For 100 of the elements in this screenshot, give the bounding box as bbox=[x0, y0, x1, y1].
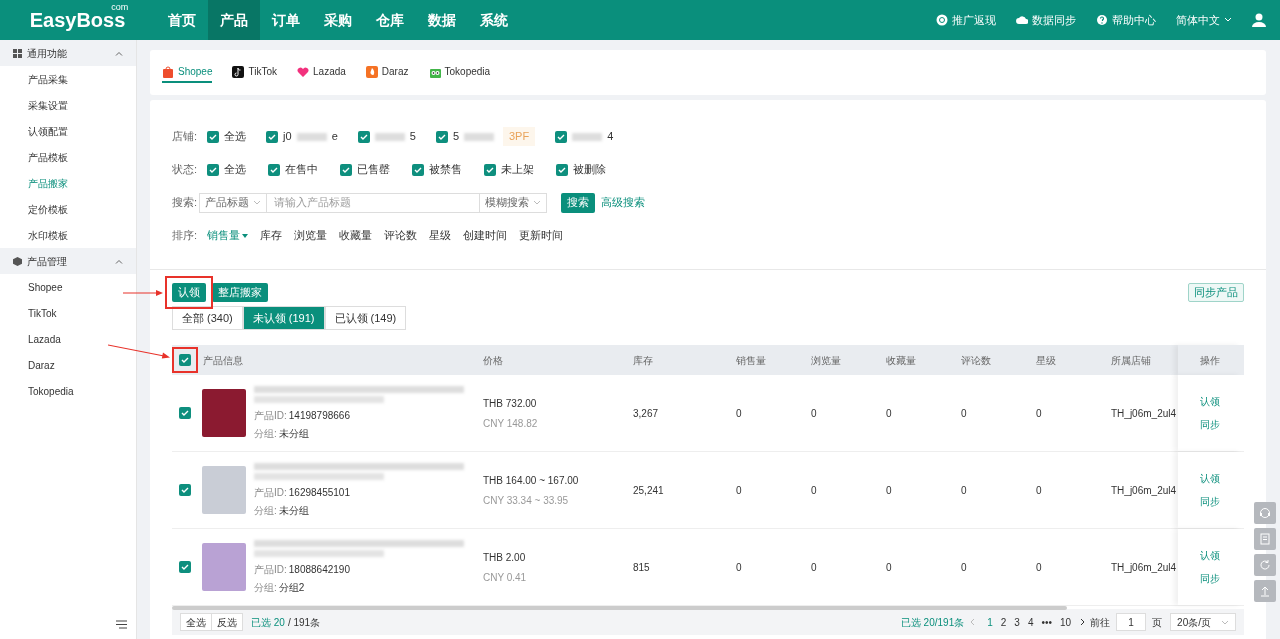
search-mode-select[interactable]: 模糊搜索 bbox=[479, 192, 548, 213]
checkbox[interactable] bbox=[179, 484, 191, 496]
sidebar-item[interactable]: Shopee bbox=[0, 274, 136, 300]
checkbox[interactable] bbox=[435, 130, 448, 143]
page-button[interactable]: 10 bbox=[1055, 614, 1076, 630]
advanced-search-link[interactable]: 高级搜索 bbox=[601, 194, 646, 211]
checkbox[interactable] bbox=[179, 407, 191, 419]
column-header: 库存 bbox=[632, 353, 654, 368]
sync-products-button[interactable]: 同步产品 bbox=[1188, 282, 1244, 302]
table-cell-text: TH_j06m_2ul4 bbox=[1110, 406, 1178, 421]
checkbox[interactable] bbox=[266, 130, 279, 143]
sort-option[interactable]: 星级 bbox=[429, 227, 452, 244]
page-button[interactable]: 4 bbox=[1023, 614, 1038, 630]
sidebar-item[interactable]: Daraz bbox=[0, 352, 136, 378]
sidebar-item[interactable]: 产品采集 bbox=[0, 66, 136, 92]
claim-tab[interactable]: 未认领 (191) bbox=[242, 306, 325, 330]
checkbox[interactable] bbox=[207, 130, 220, 143]
header-link[interactable]: 数据同步 bbox=[1016, 11, 1076, 29]
row-action-link[interactable]: 认领 bbox=[1200, 394, 1220, 409]
checkbox[interactable] bbox=[412, 163, 425, 176]
note-icon bbox=[232, 65, 245, 78]
user-icon bbox=[1252, 13, 1266, 27]
sidebar-item[interactable]: TikTok bbox=[0, 300, 136, 326]
sort-option[interactable]: 库存 bbox=[260, 227, 283, 244]
page-input[interactable]: 1 bbox=[1116, 613, 1147, 631]
select-all-button[interactable]: 全选 bbox=[180, 613, 212, 631]
table-cell-text: 0 bbox=[960, 483, 968, 498]
platform-tab[interactable]: Tokopedia bbox=[428, 62, 491, 83]
sort-option[interactable]: 更新时间 bbox=[519, 227, 564, 244]
page-button[interactable]: 3 bbox=[1010, 614, 1024, 630]
header-link[interactable]: 推广返现 bbox=[936, 11, 996, 29]
sort-option[interactable]: 浏览量 bbox=[294, 227, 328, 244]
sidebar-item[interactable]: 采集设置 bbox=[0, 92, 136, 118]
checkbox[interactable] bbox=[357, 130, 370, 143]
platform-tab[interactable]: Lazada bbox=[297, 62, 346, 83]
nav-tab[interactable]: 系统 bbox=[468, 0, 520, 40]
page-button[interactable]: 1 bbox=[983, 614, 997, 630]
logo[interactable]: EasyBoss bbox=[29, 9, 126, 31]
row-action-link[interactable]: 同步 bbox=[1200, 571, 1220, 586]
sort-option[interactable]: 创建时间 bbox=[463, 227, 508, 244]
nav-tab[interactable]: 产品 bbox=[208, 0, 260, 40]
page-size-select[interactable]: 20条/页 bbox=[1170, 613, 1236, 631]
row-action-link[interactable]: 认领 bbox=[1200, 471, 1220, 486]
refresh-icon bbox=[1258, 558, 1272, 572]
platform-tab[interactable]: Shopee bbox=[162, 62, 213, 83]
chevron-down-icon bbox=[533, 200, 542, 205]
platform-tab[interactable]: Daraz bbox=[365, 62, 409, 83]
page-button[interactable]: ••• bbox=[1037, 614, 1056, 630]
checkbox[interactable] bbox=[179, 354, 191, 366]
sidebar-group[interactable]: 通用功能 bbox=[0, 40, 136, 66]
nav-tab[interactable]: 订单 bbox=[260, 0, 312, 40]
sort-option[interactable]: 收藏量 bbox=[339, 227, 373, 244]
checkbox[interactable] bbox=[268, 163, 281, 176]
claim-tab[interactable]: 全部 (340) bbox=[172, 306, 243, 330]
row-action-link[interactable]: 同步 bbox=[1200, 417, 1220, 432]
checkbox[interactable] bbox=[179, 561, 191, 573]
table-cell-text: 0 bbox=[960, 406, 968, 421]
checkbox[interactable] bbox=[555, 130, 568, 143]
sidebar-item[interactable]: 产品搬家 bbox=[0, 170, 136, 196]
checkbox[interactable] bbox=[556, 163, 569, 176]
table-cell-text: 0 bbox=[810, 560, 818, 575]
header-link[interactable]: 帮助中心 bbox=[1096, 11, 1156, 29]
search-field-select[interactable]: 产品标题 bbox=[199, 192, 268, 213]
column-header: 收藏量 bbox=[885, 353, 917, 368]
checkbox[interactable] bbox=[207, 163, 220, 176]
invert-selection-button[interactable]: 反选 bbox=[212, 613, 243, 631]
column-header: 所属店铺 bbox=[1110, 353, 1152, 368]
sidebar-item[interactable]: 产品模板 bbox=[0, 144, 136, 170]
sidebar-item[interactable]: 定价模板 bbox=[0, 196, 136, 222]
sidebar-item[interactable]: Tokopedia bbox=[0, 378, 136, 404]
row-action-link[interactable]: 认领 bbox=[1200, 548, 1220, 563]
sidebar-group[interactable]: 产品管理 bbox=[0, 248, 136, 274]
table-cell-text: 0 bbox=[810, 406, 818, 421]
cloud-icon bbox=[1016, 14, 1028, 26]
sort-option[interactable]: 评论数 bbox=[384, 227, 418, 244]
table-cell-text: 25,241 bbox=[632, 483, 665, 498]
nav-tab[interactable]: 首页 bbox=[156, 0, 208, 40]
search-field[interactable]: 请输入产品标题 bbox=[267, 192, 480, 213]
claim-button[interactable]: 认领 bbox=[172, 282, 206, 302]
nav-tab[interactable]: 仓库 bbox=[364, 0, 416, 40]
claim-tab[interactable]: 已认领 (149) bbox=[324, 306, 407, 330]
sidebar-item[interactable]: 水印模板 bbox=[0, 222, 136, 248]
nav-tab[interactable]: 数据 bbox=[416, 0, 468, 40]
page-button[interactable]: 2 bbox=[996, 614, 1011, 630]
search-button[interactable]: 搜索 bbox=[561, 192, 596, 213]
sidebar-item[interactable]: Lazada bbox=[0, 326, 136, 352]
nav-tab[interactable]: 采购 bbox=[312, 0, 364, 40]
flame-icon bbox=[365, 65, 378, 78]
table-cell-text: TH_j06m_2ul4 bbox=[1110, 560, 1178, 575]
price-cell-text: CNY 148.82 bbox=[483, 416, 539, 431]
sort-option[interactable]: 销售量 bbox=[207, 227, 249, 244]
checkbox[interactable] bbox=[340, 163, 353, 176]
language-select[interactable]: 简体中文 bbox=[1176, 11, 1232, 29]
platform-tab[interactable]: TikTok bbox=[232, 62, 277, 83]
checkbox[interactable] bbox=[484, 163, 497, 176]
move-store-button[interactable]: 整店搬家 bbox=[212, 282, 268, 302]
row-action-link[interactable]: 同步 bbox=[1200, 494, 1220, 509]
annotation-arrow bbox=[123, 288, 163, 297]
sidebar-item[interactable]: 认领配置 bbox=[0, 118, 136, 144]
selected-count: 已选 20 bbox=[251, 615, 285, 630]
